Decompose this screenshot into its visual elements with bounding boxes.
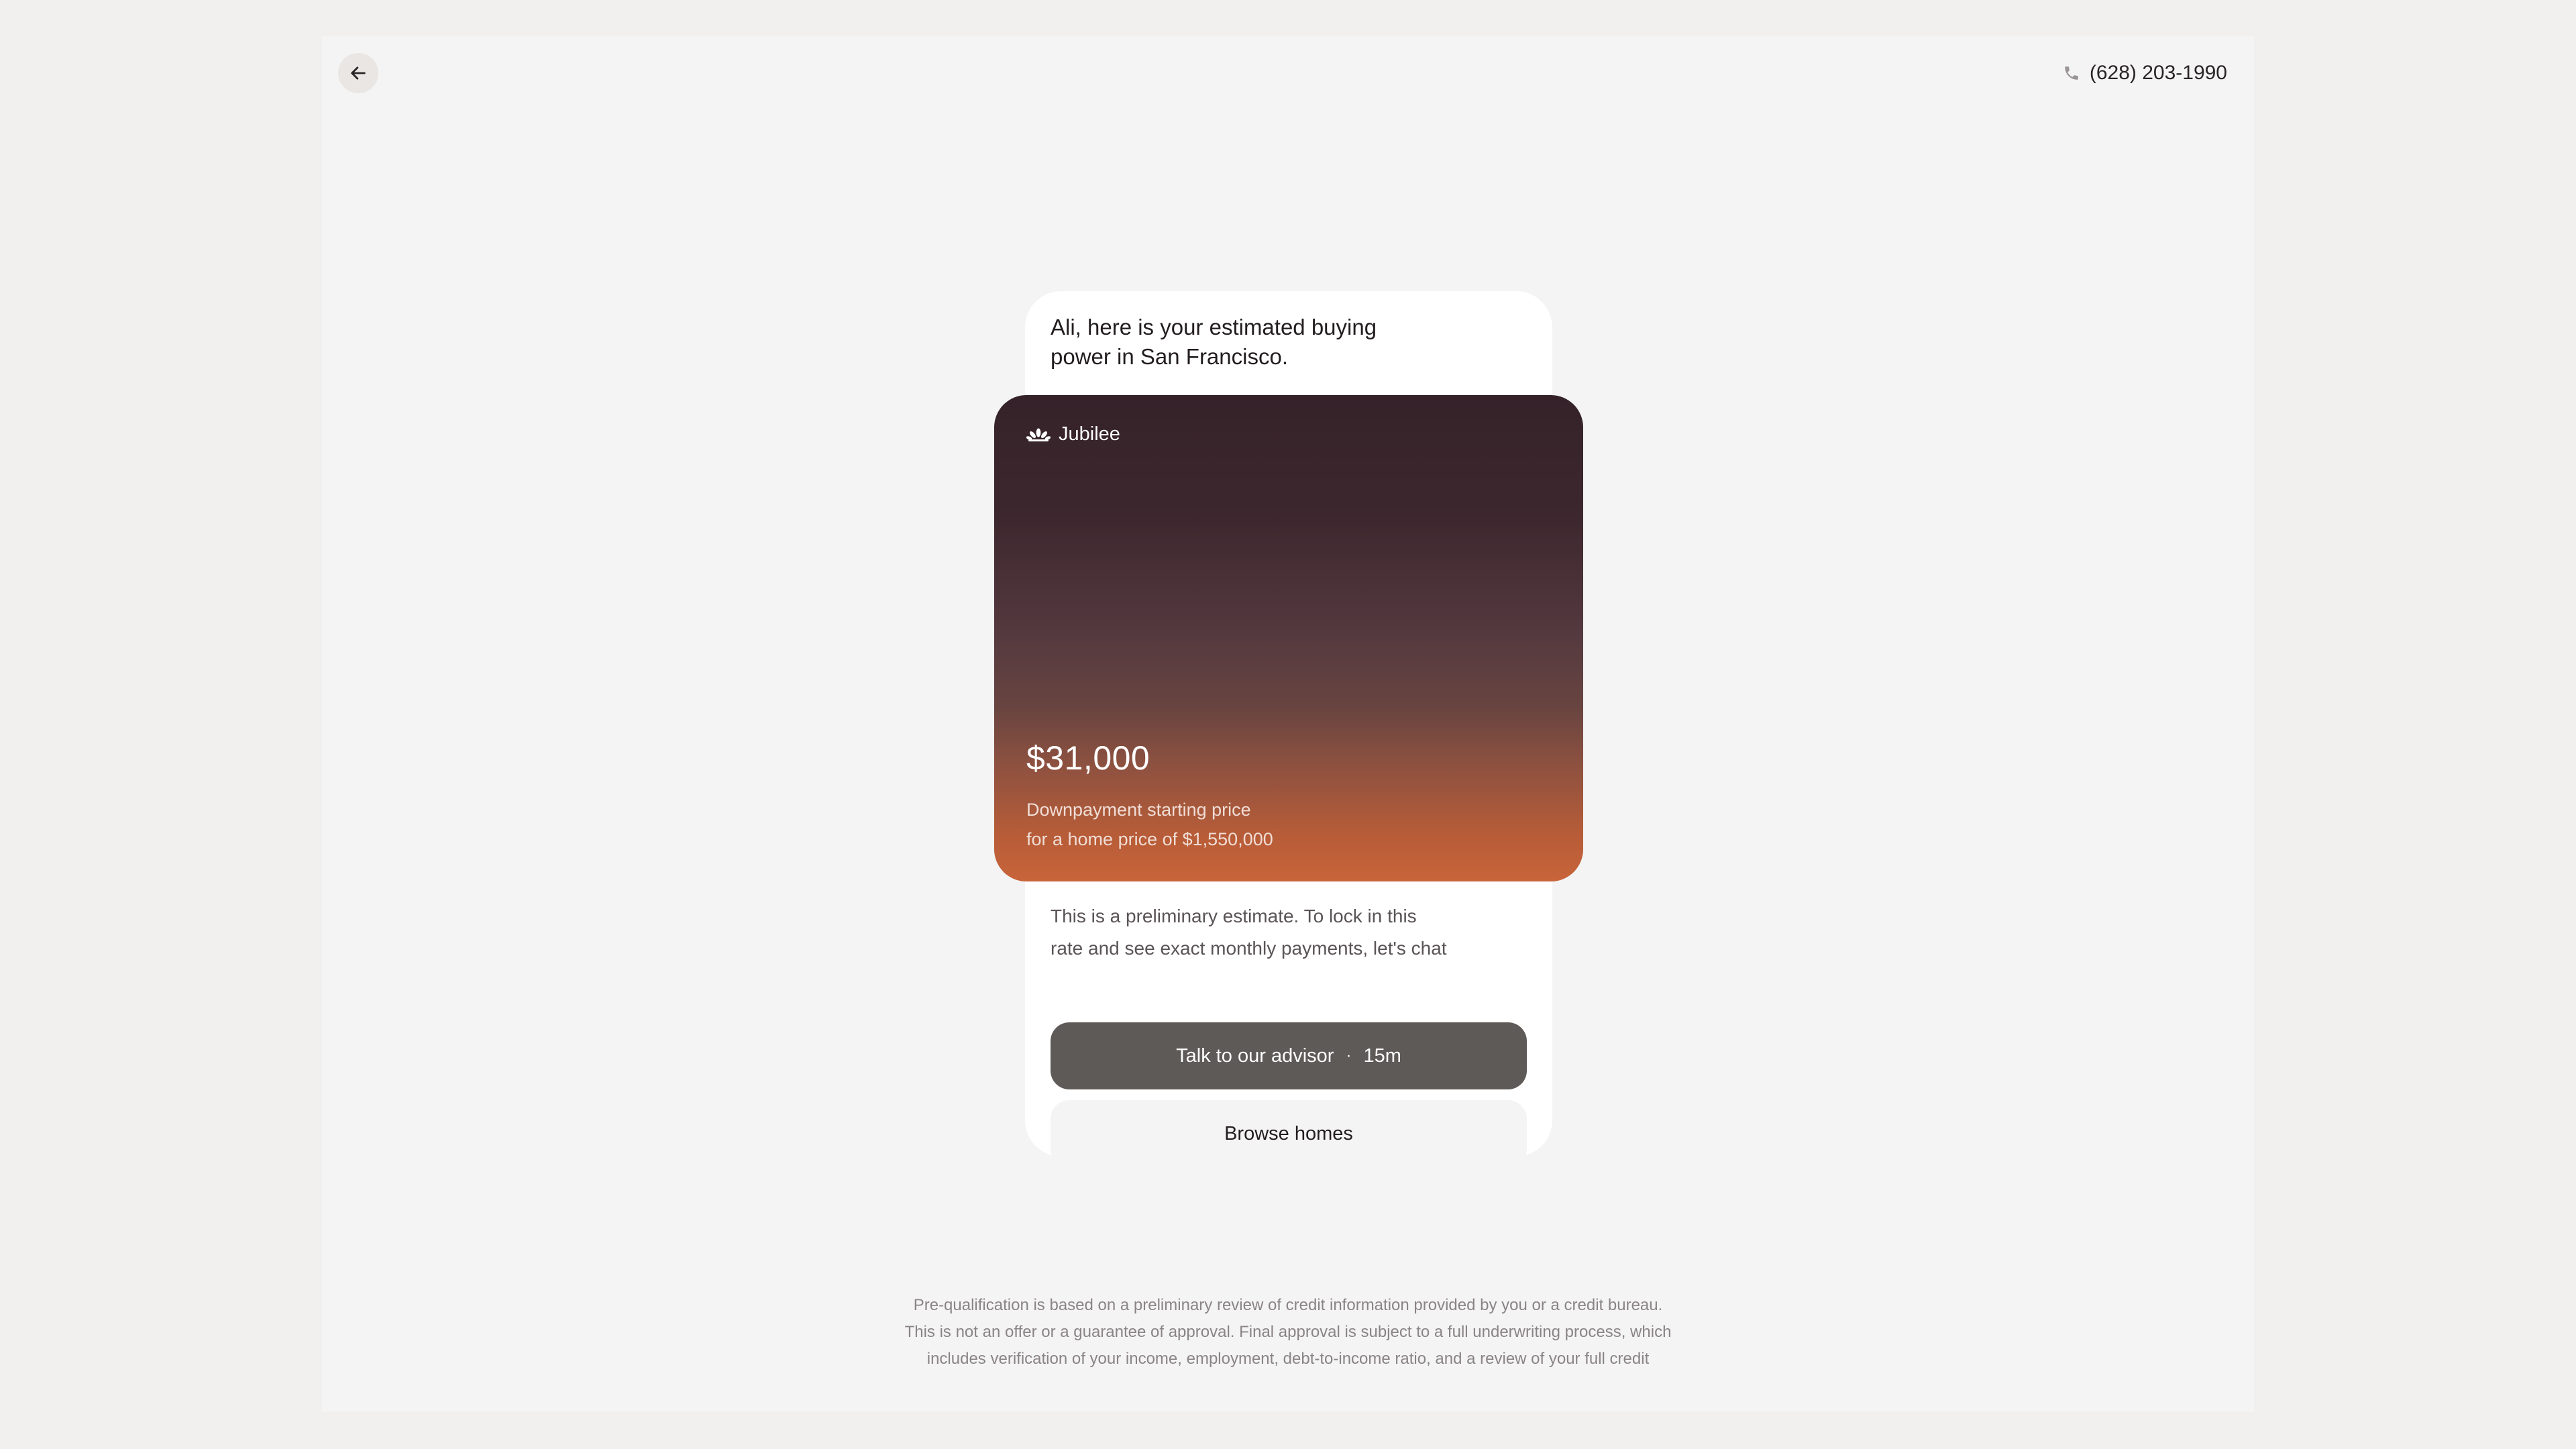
brand: Jubilee	[1026, 423, 1120, 445]
headline-line-1: Ali, here is your estimated buying	[1051, 315, 1377, 339]
card-caption-line-1: Downpayment starting price	[1026, 800, 1251, 820]
disclaimer-line-3: includes verification of your income, em…	[926, 1350, 1650, 1368]
headline: Ali, here is your estimated buying power…	[1051, 313, 1426, 372]
disclaimer-line-2: This is not an offer or a guarantee of a…	[904, 1323, 1672, 1341]
advisor-button-label: Talk to our advisor	[1176, 1044, 1334, 1067]
phone-link[interactable]: (628) 203-1990	[2063, 60, 2227, 86]
note-line-1: This is a preliminary estimate. To lock …	[1051, 906, 1417, 926]
buying-power-panel: Ali, here is your estimated buying power…	[994, 291, 1583, 1167]
disclaimer: Pre-qualification is based on a prelimin…	[322, 1292, 2254, 1373]
jubilee-logo-icon	[1026, 428, 1051, 441]
back-button[interactable]	[338, 53, 378, 93]
phone-icon	[2065, 66, 2078, 80]
browse-homes-button[interactable]: Browse homes	[1051, 1100, 1527, 1167]
card-caption-line-2: for a home price of $1,550,000	[1026, 829, 1273, 849]
downpayment-amount: $31,000	[1026, 739, 1150, 777]
buying-power-card: Jubilee $31,000 Downpayment starting pri…	[994, 395, 1583, 881]
phone-number: (628) 203-1990	[2089, 62, 2227, 84]
arrow-left-icon	[351, 66, 366, 80]
advisor-button-duration: 15m	[1363, 1044, 1401, 1067]
note-line-2: rate and see exact monthly payments, let…	[1051, 938, 1447, 959]
advisor-button-separator: ·	[1346, 1046, 1352, 1065]
headline-line-2: power in San Francisco.	[1051, 344, 1288, 369]
page-frame: (628) 203-1990 Ali, here is your estimat…	[322, 36, 2254, 1411]
talk-to-advisor-button[interactable]: Talk to our advisor · 15m	[1051, 1022, 1527, 1089]
estimate-note: This is a preliminary estimate. To lock …	[1051, 900, 1520, 965]
brand-name: Jubilee	[1059, 423, 1120, 445]
disclaimer-line-1: Pre-qualification is based on a prelimin…	[913, 1296, 1663, 1314]
